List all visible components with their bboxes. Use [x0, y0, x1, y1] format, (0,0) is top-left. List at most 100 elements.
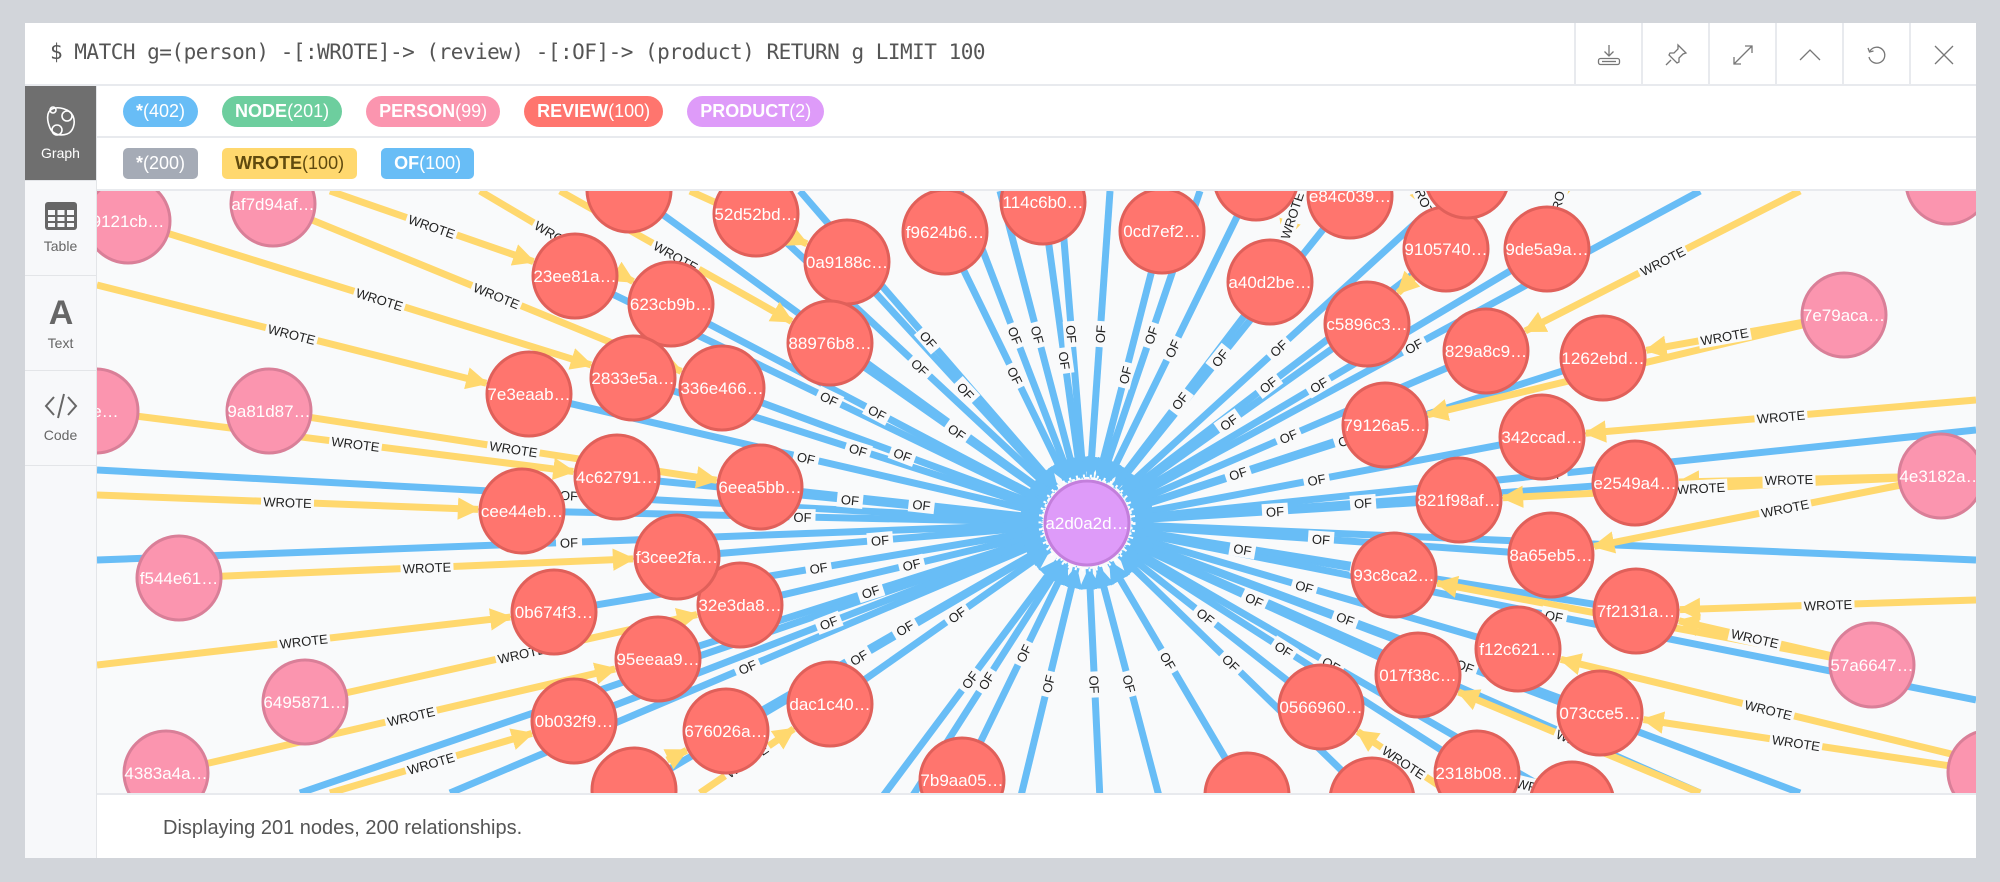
relationship-type-text: WROTE — [1638, 244, 1688, 279]
relationship-label: WROTE — [1674, 478, 1728, 498]
review-node[interactable]: 95eeaa9… — [614, 615, 702, 703]
review-node[interactable]: 676026a… — [682, 687, 770, 775]
tab-text-label: Text — [47, 335, 74, 351]
node-caption: 6eea5bb… — [718, 478, 801, 497]
download-button[interactable] — [1574, 23, 1641, 86]
person-node[interactable] — [1946, 730, 1976, 793]
tab-code[interactable]: Code — [25, 371, 96, 466]
person-node[interactable]: 4383a4a… — [122, 729, 210, 793]
product-node[interactable]: a2d0a2d… — [1043, 479, 1131, 567]
review-node[interactable] — [585, 191, 673, 234]
relationship-label: OF — [1261, 502, 1289, 521]
review-node[interactable]: a40d2be… — [1226, 238, 1314, 326]
relationship-label: OF — [1085, 671, 1104, 698]
review-node[interactable]: 79126a5… — [1341, 381, 1429, 469]
review-node[interactable]: 0566960… — [1277, 663, 1365, 751]
label-pill-node[interactable]: NODE (201) — [222, 95, 343, 127]
type-pill-all[interactable]: * (200) — [123, 148, 199, 179]
person-node[interactable]: 7e79aca… — [1800, 271, 1888, 359]
relationship-type-text: WROTE — [1756, 408, 1806, 427]
person-node[interactable]: af7d94af… — [229, 191, 317, 248]
review-node[interactable]: 23ee81a… — [531, 232, 619, 320]
review-node[interactable]: 6eea5bb… — [716, 443, 804, 531]
review-node[interactable]: 8a65eb5… — [1507, 511, 1595, 599]
type-pill-of[interactable]: OF (100) — [381, 148, 475, 179]
fullscreen-button[interactable] — [1708, 23, 1775, 86]
review-node[interactable]: 9de5a9a… — [1503, 205, 1591, 293]
review-node[interactable]: 7e3eaab… — [485, 350, 573, 438]
review-node[interactable]: 2318b08… — [1433, 729, 1521, 793]
review-node[interactable]: 0cd7ef2… — [1118, 191, 1206, 275]
node-caption: f544e61… — [140, 569, 218, 588]
review-node[interactable]: 88976b8… — [786, 299, 874, 387]
relationship-type-text: OF — [1306, 471, 1327, 489]
tab-table-label: Table — [43, 238, 78, 254]
review-node[interactable]: 0b032f9… — [530, 677, 618, 765]
label-pill-review[interactable]: REVIEW (100) — [524, 95, 664, 127]
collapse-button[interactable] — [1775, 23, 1842, 86]
review-node[interactable] — [1529, 760, 1615, 793]
label-pill-all[interactable]: * (402) — [123, 95, 199, 127]
text-icon: A — [48, 295, 73, 327]
review-node[interactable]: f12c621… — [1474, 605, 1562, 693]
review-node[interactable]: e2549a4… — [1591, 439, 1679, 527]
review-node[interactable]: f3cee2fa… — [633, 513, 721, 601]
person-node[interactable]: 4e3182a… — [1897, 432, 1976, 520]
node-caption: 8a65eb5… — [1509, 546, 1592, 565]
tab-table[interactable]: Table — [25, 181, 96, 276]
node-caption: af7d94af… — [231, 195, 314, 214]
type-pill-wrote[interactable]: WROTE (100) — [222, 148, 358, 179]
relationship-label: WROTE — [1757, 495, 1813, 522]
review-node[interactable]: 342ccad… — [1498, 393, 1586, 481]
review-node[interactable]: dac1c40… — [786, 660, 874, 748]
review-node[interactable]: cee44eb… — [478, 467, 566, 555]
person-node[interactable]: 9121cb… — [97, 191, 172, 265]
relationship-type-text: OF — [1119, 673, 1138, 694]
person-node[interactable]: 6495871… — [261, 658, 349, 746]
review-node[interactable]: c5896c3… — [1323, 280, 1411, 368]
node-caption: 9de5a9a… — [1505, 240, 1588, 259]
review-node[interactable]: 0a9188c… — [803, 218, 891, 306]
tab-text[interactable]: A Text — [25, 276, 96, 371]
review-node[interactable]: 623cb9b… — [627, 260, 715, 348]
review-node[interactable]: 52d52bd… — [712, 191, 800, 258]
review-node[interactable]: 821f98af… — [1415, 456, 1503, 544]
node-caption: 4e3182a… — [1899, 467, 1976, 486]
review-node[interactable] — [1203, 751, 1291, 793]
status-bar: Displaying 201 nodes, 200 relationships. — [97, 793, 1976, 858]
review-node[interactable]: f9624b6… — [901, 191, 989, 276]
review-node[interactable]: 829a8c9… — [1442, 307, 1530, 395]
review-node[interactable]: 2833e5a… — [589, 334, 677, 422]
tab-graph[interactable]: Graph — [25, 86, 96, 181]
graph-svg[interactable]: OF OF OF OF OF OF OF OF OF OF OF OF OF OF OF OF OF OF OF OF… — [97, 191, 1976, 793]
person-node[interactable]: 9a81d87… — [225, 367, 313, 455]
query-text[interactable]: $ MATCH g=(person) -[:WROTE]-> (review) … — [50, 40, 986, 64]
review-node[interactable]: 4c62791… — [573, 433, 661, 521]
relationship-type-text: WROTE — [488, 438, 538, 460]
review-node[interactable]: 073cce5… — [1556, 669, 1644, 757]
relationship-type-text: OF — [1056, 351, 1073, 371]
graph-canvas[interactable]: OF OF OF OF OF OF OF OF OF OF OF OF OF OF OF OF OF OF OF OF… — [97, 191, 1976, 793]
review-node[interactable]: 1262ebd… — [1559, 314, 1647, 402]
review-node[interactable]: 93c8ca2… — [1350, 531, 1438, 619]
review-node[interactable]: 336e466… — [678, 344, 766, 432]
review-node[interactable]: 0b674f3… — [510, 568, 598, 656]
review-node[interactable]: 9105740… — [1402, 205, 1490, 293]
relationship-label: WROTE — [351, 283, 408, 315]
relationship-type-text: OF — [840, 492, 859, 509]
person-node[interactable] — [1905, 191, 1976, 226]
review-node[interactable]: 7f2131a… — [1592, 567, 1680, 655]
label-pill-product[interactable]: PRODUCT (2) — [687, 95, 825, 127]
rerun-button[interactable] — [1842, 23, 1909, 86]
relationship-label: OF — [1037, 669, 1059, 699]
review-node[interactable]: 7b9aa05… — [918, 736, 1006, 793]
pin-button[interactable] — [1641, 23, 1708, 86]
pill-name: * — [136, 100, 144, 121]
node-caption: 32e3da8… — [698, 596, 781, 615]
person-node[interactable]: 58e… — [97, 367, 140, 455]
label-pill-person[interactable]: PERSON (99) — [366, 95, 501, 127]
close-button[interactable] — [1909, 23, 1976, 86]
person-node[interactable]: 57a6647… — [1828, 621, 1916, 709]
person-node[interactable]: f544e61… — [135, 534, 223, 622]
review-node[interactable]: 017f38c… — [1374, 631, 1462, 719]
